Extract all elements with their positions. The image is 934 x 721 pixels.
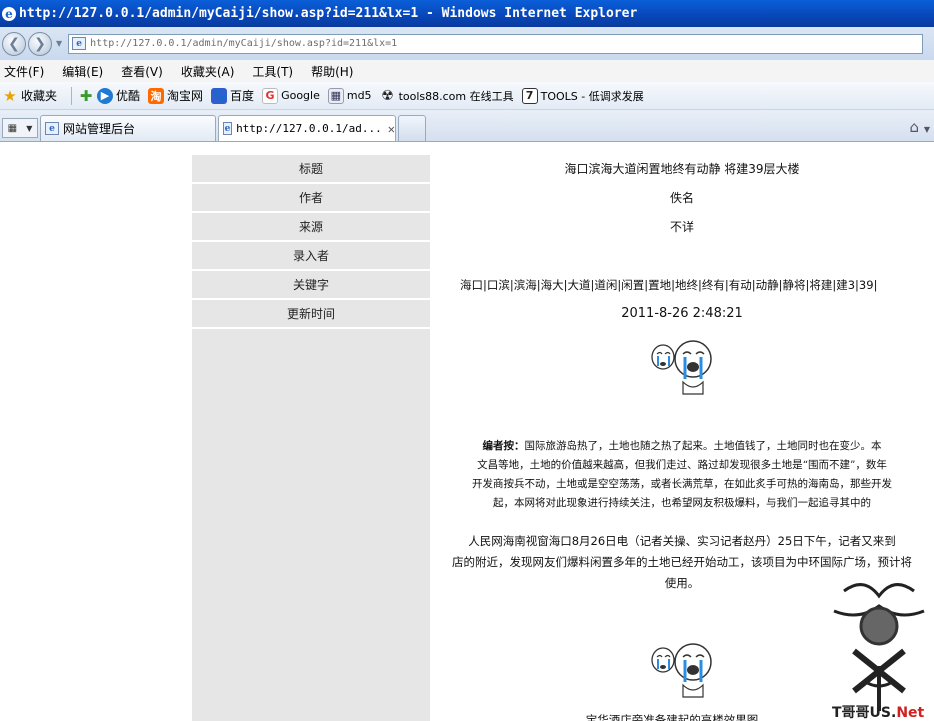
close-tab-icon[interactable]: ✕ (388, 122, 395, 136)
note-line: 开发商按兵不动，土地或是空空荡荡，或者长满荒草，在如此炙手可热的海南岛，那些开发 (472, 478, 892, 490)
favorite-link-tools88[interactable]: ☢ tools88.com 在线工具 (380, 87, 514, 104)
table-row: 关键字 海口|口滨|滨海|海大|大道|道闲|闲置|置地|地终|终有|有动|动静|… (192, 271, 932, 298)
google-icon: G (262, 87, 279, 104)
tab-list-dropdown-icon[interactable]: ▼ (26, 124, 32, 133)
tab-bar: ▦ ▼ e 网站管理后台 e http://127.0.0.1/ad... ✕ … (0, 110, 934, 142)
para-line: 人民网海南视窗海口8月26日电（记者关操、实习记者赵丹）25日下午，记者又来到 (468, 534, 896, 548)
row-label: 标题 (192, 155, 430, 182)
md5-icon: ▦ (327, 87, 344, 104)
address-input[interactable]: e http://127.0.0.1/admin/myCaiji/show.as… (68, 33, 924, 54)
row-label: 更新时间 (192, 300, 430, 327)
radiation-icon: ☢ (381, 87, 394, 104)
row-label: 作者 (192, 184, 430, 211)
note-line: 编者按：国际旅游岛热了，土地也随之热了起来。土地值钱了，土地同时也在变少。本 (482, 440, 882, 452)
editor-note: 编者按：国际旅游岛热了，土地也随之热了起来。土地值钱了，土地同时也在变少。本 文… (432, 437, 932, 513)
favorite-label: md5 (346, 89, 372, 102)
favorite-link-taobao[interactable]: 淘 淘宝网 (148, 87, 203, 104)
favorite-label: 百度 (230, 89, 255, 103)
tab-label: http://127.0.0.1/ad... (236, 122, 382, 135)
favorite-link-youku[interactable]: ▶ 优酷 (97, 87, 140, 104)
favorites-bar: ★ 收藏夹 ✚ ▶ 优酷 淘 淘宝网 🐾 百度 G Google ▦ md5 ☢… (0, 82, 934, 110)
quick-tabs-icon: ▦ (7, 122, 18, 134)
tab-page-icon: e (45, 122, 59, 135)
menu-edit[interactable]: 编辑(E) (58, 63, 111, 80)
favorite-label: 优酷 (116, 89, 141, 103)
youku-icon: ▶ (97, 87, 114, 104)
emoji-image (649, 337, 715, 399)
menu-view[interactable]: 查看(V) (117, 63, 171, 80)
article-detail-table: 标题 海口滨海大道闲置地终有动静 将建39层大楼 作者 佚名 来源 不详 录入者… (190, 153, 934, 721)
menu-bar: 文件(F) 编辑(E) 查看(V) 收藏夹(A) 工具(T) 帮助(H) (0, 60, 934, 82)
row-label: 来源 (192, 213, 430, 240)
tab-admin[interactable]: e 网站管理后台 (40, 115, 216, 141)
table-row: 作者 佚名 (192, 184, 932, 211)
toolbar-divider (71, 86, 73, 105)
tab-page-icon: e (223, 122, 233, 135)
table-row: 标题 海口滨海大道闲置地终有动静 将建39层大楼 (192, 155, 932, 182)
row-label: 关键字 (192, 271, 430, 298)
menu-tools[interactable]: 工具(T) (248, 63, 301, 80)
history-dropdown-icon[interactable]: ▼ (56, 39, 62, 48)
para-line: 店的附近，发现网友们爆料闲置多年的土地已经开始动工，该项目为中环国际广场，预计将 (452, 555, 912, 569)
table-row: 录入者 (192, 242, 932, 269)
table-row: 来源 不详 (192, 213, 932, 240)
tools-icon: 7 (521, 87, 538, 104)
emoji-image (649, 640, 715, 702)
window-titlebar: e http://127.0.0.1/admin/myCaiji/show.as… (0, 0, 934, 27)
ie-logo-icon: e (2, 6, 16, 21)
favorites-label: 收藏夹 (21, 89, 58, 103)
page-icon: e (72, 37, 87, 50)
page-content: 标题 海口滨海大道闲置地终有动静 将建39层大楼 作者 佚名 来源 不详 录入者… (0, 143, 934, 721)
favorite-label: Google (281, 89, 320, 102)
note-line: 起，本网将对此现象进行持续关注，也希望网友积极爆料，与我们一起追寻其中的 (493, 497, 871, 509)
row-value: 佚名 (432, 184, 932, 211)
tab-show[interactable]: e http://127.0.0.1/ad... ✕ (218, 115, 396, 141)
row-value: 2011-8-26 2:48:21 (432, 300, 932, 327)
note-line: 文昌等地，土地的价值越来越高，但我们走过、路过却发现很多土地是“围而不建”，数年 (477, 459, 887, 471)
row-value: 海口|口滨|滨海|海大|大道|道闲|闲置|置地|地终|终有|有动|动静|静将|将… (432, 271, 932, 298)
quick-tabs-button[interactable]: ▦ ▼ (2, 118, 38, 138)
favorite-link-google[interactable]: G Google (262, 87, 320, 104)
row-value: 海口滨海大道闲置地终有动静 将建39层大楼 (432, 155, 932, 182)
watermark-text: T哥哥US.Net (832, 705, 925, 721)
favorite-link-baidu[interactable]: 🐾 百度 (211, 87, 254, 104)
menu-favorites[interactable]: 收藏夹(A) (177, 63, 243, 80)
favorite-label: tools88.com 在线工具 (398, 89, 514, 103)
watermark-logo: T哥哥US.Net (832, 583, 925, 721)
favorite-link-tools[interactable]: 7 TOOLS - 低调求发展 (521, 87, 644, 104)
address-url: http://127.0.0.1/admin/myCaiji/show.asp?… (90, 38, 398, 49)
taobao-icon: 淘 (148, 87, 165, 104)
back-button[interactable]: ❮ (2, 31, 26, 56)
table-row: 更新时间 2011-8-26 2:48:21 (192, 300, 932, 327)
row-value (432, 242, 932, 269)
add-favorite-icon[interactable]: ✚ (78, 87, 94, 105)
menu-help[interactable]: 帮助(H) (307, 63, 361, 80)
row-value: 不详 (432, 213, 932, 240)
new-tab-button[interactable] (398, 115, 426, 141)
favorite-label: 淘宝网 (167, 89, 204, 103)
favorites-button[interactable]: ★ 收藏夹 (2, 86, 58, 105)
content-label-cell (192, 329, 430, 721)
row-label: 录入者 (192, 242, 430, 269)
star-icon: ★ (3, 86, 17, 105)
tab-label: 网站管理后台 (63, 122, 136, 136)
home-icon[interactable]: ⌂ ▼ (910, 118, 930, 136)
menu-file[interactable]: 文件(F) (0, 63, 52, 80)
window-title: http://127.0.0.1/admin/myCaiji/show.asp?… (19, 6, 638, 21)
address-toolbar: ❮ ❯ ▼ e http://127.0.0.1/admin/myCaiji/s… (0, 27, 934, 60)
baidu-icon: 🐾 (211, 87, 228, 104)
table-row: 编者按：国际旅游岛热了，土地也随之热了起来。土地值钱了，土地同时也在变少。本 文… (192, 329, 932, 721)
favorite-link-md5[interactable]: ▦ md5 (327, 87, 372, 104)
forward-button[interactable]: ❯ (28, 31, 52, 56)
favorite-label: TOOLS - 低调求发展 (540, 89, 644, 103)
